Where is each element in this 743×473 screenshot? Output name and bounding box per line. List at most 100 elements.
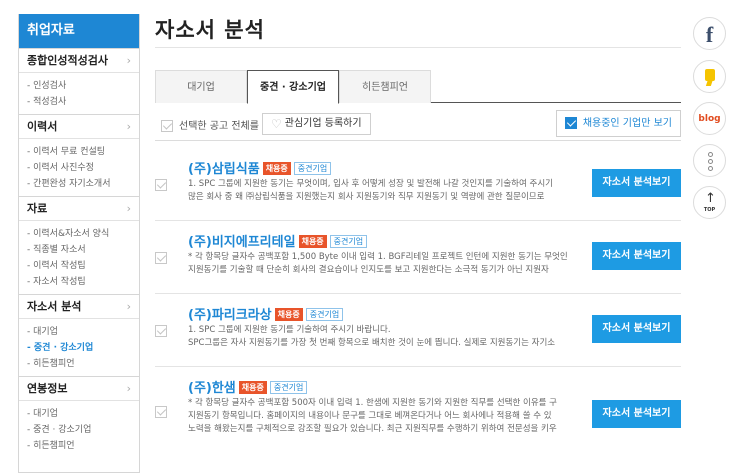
sidebar-section-label: 종합인성적성검사: [27, 54, 108, 67]
kakaostory-share-button[interactable]: [693, 60, 726, 93]
company-type-tag: 중견기업: [269, 381, 308, 394]
sidebar-sublist: - 인성검사 - 적성검사: [19, 73, 139, 114]
view-analysis-button[interactable]: 자소서 분석보기: [592, 242, 681, 270]
blog-share-button[interactable]: blog: [693, 102, 726, 135]
bullet-dash: -: [27, 343, 34, 353]
hiring-badge: 채용중: [298, 235, 327, 248]
job-description: 1. SPC 그룹에 지원한 동기를 기술하여 주시기 바랍니다.: [188, 325, 391, 335]
row-checkbox[interactable]: [155, 406, 167, 418]
job-description: 많은 회사 중 왜 ㈜삼립식품을 지원했는지 회사 지원동기와 직무 지원동기 …: [188, 192, 545, 202]
sidebar-item-label: 인성검사: [33, 81, 67, 91]
facebook-icon: f: [705, 22, 714, 47]
job-description: 지원동기를 기술할 때 단순히 회사의 결요습이나 인지도를 보고 지원한다는 …: [188, 265, 549, 275]
hiring-only-label: 채용중인 기업만 보기: [582, 118, 672, 129]
sidebar-section: 자료 › - 이력서&자소서 양식 - 직종별 자소서 - 이력서 작성팁 - 자소서 작…: [19, 196, 139, 294]
chevron-right-icon: ›: [126, 54, 131, 67]
sidebar-section-label: 자소서 분석: [27, 300, 82, 313]
select-all-checkbox[interactable]: 선택한 공고 전체를: [161, 117, 259, 132]
view-analysis-button[interactable]: 자소서 분석보기: [592, 169, 681, 197]
chevron-right-icon: ›: [126, 382, 131, 395]
hiring-only-toggle[interactable]: 채용중인 기업만 보기: [555, 110, 681, 137]
sidebar-section-title[interactable]: 자료 ›: [19, 197, 139, 221]
sidebar-sublist: - 대기업 - 중견 · 강소기업 - 히든챔피언: [19, 319, 139, 376]
sidebar-item-label: 간편완성 자기소개서: [33, 179, 111, 189]
chevron-right-icon: ›: [126, 202, 131, 215]
select-all-label: 선택한 공고 전체를: [179, 121, 259, 132]
row-checkbox[interactable]: [155, 179, 167, 191]
sidebar-item-label: 직종별 자소서: [33, 245, 86, 255]
register-favorite-button[interactable]: ♡ 관심기업 등록하기: [262, 113, 371, 135]
row-checkbox[interactable]: [155, 325, 167, 337]
job-description: 노력을 해왔는지를 구체적으로 강조할 필요가 있습니다. 최근 지원직무를 수…: [188, 424, 557, 434]
sidebar: 취업자료 종합인성적성검사 › - 인성검사 - 적성검사 이력서 › - 이력서 무료 컨…: [18, 14, 140, 473]
row-checkbox[interactable]: [155, 252, 167, 264]
job-row: (주)한샘 채용중 중견기업 * 각 항목당 글자수 공백포함 500자 이내 입력…: [155, 368, 681, 454]
sidebar-section-title[interactable]: 자소서 분석 ›: [19, 295, 139, 319]
sidebar-item-label: 이력서 무료 컨설팅: [33, 147, 106, 157]
sidebar-item[interactable]: - 이력서 사진수정: [27, 160, 139, 176]
sidebar-section-title[interactable]: 연봉정보 ›: [19, 377, 139, 401]
checkbox-icon[interactable]: [161, 120, 173, 132]
sidebar-item-label: 중견 · 강소기업: [33, 343, 94, 353]
company-name-link[interactable]: (주)비지에프리테일: [188, 235, 296, 250]
hiring-badge: 채용중: [238, 381, 267, 394]
company-name-link[interactable]: (주)한샘: [188, 381, 236, 396]
company-type-tag: 중견기업: [329, 235, 368, 248]
sidebar-item[interactable]: - 히든챔피언: [27, 356, 139, 372]
tab-large-company[interactable]: 대기업: [155, 70, 247, 103]
sidebar-item-label: 대기업: [33, 327, 58, 337]
company-name-link[interactable]: (주)삼립식품: [188, 162, 260, 177]
more-share-button[interactable]: [693, 144, 726, 177]
facebook-share-button[interactable]: f: [693, 17, 726, 50]
sidebar-item[interactable]: - 직종별 자소서: [27, 242, 139, 258]
view-analysis-button[interactable]: 자소서 분석보기: [592, 400, 681, 428]
sidebar-section-label: 이력서: [27, 120, 58, 133]
company-type-tag: 중견기업: [305, 308, 344, 321]
job-row: (주)삼립식품 채용중 중견기업 1. SPC 그룹에 지원한 동기는 무엇이며, …: [155, 149, 681, 221]
sidebar-item[interactable]: - 대기업: [27, 324, 139, 340]
register-favorite-label: 관심기업 등록하기: [284, 118, 362, 129]
scroll-top-button[interactable]: ↑ TOP: [693, 186, 726, 219]
job-description: * 각 항목당 글자수 공백포함 500자 이내 입력 1. 한샘에 지원한 동…: [188, 398, 557, 408]
sidebar-item[interactable]: - 대기업: [27, 406, 139, 422]
sidebar-item-label: 히든챔피언: [33, 359, 75, 369]
chevron-right-icon: ›: [126, 120, 131, 133]
company-name-link[interactable]: (주)파리크라상: [188, 308, 272, 323]
sidebar-item-label: 중견 · 강소기업: [33, 425, 92, 435]
company-type-tag: 중견기업: [293, 162, 332, 175]
job-description: SPC그룹은 자사 지원동기를 가장 첫 번째 항목으로 배치한 것이 눈에 띕…: [188, 338, 556, 348]
sidebar-item-label: 히든챔피언: [33, 441, 75, 451]
sidebar-section: 연봉정보 › - 대기업 - 중견 · 강소기업 - 히든챔피언: [19, 376, 139, 458]
sidebar-section: 자소서 분석 › - 대기업 - 중견 · 강소기업 - 히든챔피언: [19, 294, 139, 376]
sidebar-item[interactable]: - 중견 · 강소기업: [27, 340, 139, 356]
chevron-right-icon: ›: [126, 300, 131, 313]
heart-icon: ♡: [271, 117, 282, 131]
company-tabs: 대기업 중견 · 강소기업 히든챔피언: [155, 70, 681, 104]
sidebar-item[interactable]: - 적성검사: [27, 94, 139, 110]
sidebar-item[interactable]: - 중견 · 강소기업: [27, 422, 139, 438]
sidebar-item[interactable]: - 이력서&자소서 양식: [27, 226, 139, 242]
sidebar-item[interactable]: - 이력서 작성팁: [27, 258, 139, 274]
sidebar-sublist: - 이력서&자소서 양식 - 직종별 자소서 - 이력서 작성팁 - 자소서 작성팁: [19, 221, 139, 294]
sidebar-item[interactable]: - 자소서 작성팁: [27, 274, 139, 290]
title-divider: [155, 47, 681, 48]
checkbox-checked-icon[interactable]: [564, 117, 577, 129]
sidebar-item[interactable]: - 인성검사: [27, 78, 139, 94]
sidebar-item-label: 적성검사: [33, 97, 67, 107]
sidebar-item[interactable]: - 히든챔피언: [27, 438, 139, 454]
job-row: (주)파리크라상 채용중 중견기업 1. SPC 그룹에 지원한 동기를 기술하여 …: [155, 295, 681, 367]
view-analysis-button[interactable]: 자소서 분석보기: [592, 315, 681, 343]
sidebar-item-label: 이력서 작성팁: [33, 261, 86, 271]
job-row: (주)비지에프리테일 채용중 중견기업 * 각 항목당 글자수 공백포함 1,500…: [155, 222, 681, 294]
sidebar-section-title[interactable]: 이력서 ›: [19, 115, 139, 139]
tab-hidden-champion[interactable]: 히든챔피언: [339, 70, 431, 103]
hiring-badge: 채용중: [274, 308, 303, 321]
sidebar-item[interactable]: - 이력서 무료 컨설팅: [27, 144, 139, 160]
sidebar-item[interactable]: - 간편완성 자기소개서: [27, 176, 139, 192]
tab-mid-company[interactable]: 중견 · 강소기업: [247, 70, 339, 104]
job-description: * 각 항목당 글자수 공백포함 1,500 Byte 이내 입력 1. BGF…: [188, 252, 568, 262]
sidebar-section-title[interactable]: 종합인성적성검사 ›: [19, 49, 139, 73]
sidebar-header[interactable]: 취업자료: [19, 14, 139, 48]
job-description: 지원동기 항목입니다. 홈페이지의 내용이나 문구를 그대로 베껴온다거나 어느…: [188, 411, 552, 421]
top-label: TOP: [703, 207, 716, 213]
